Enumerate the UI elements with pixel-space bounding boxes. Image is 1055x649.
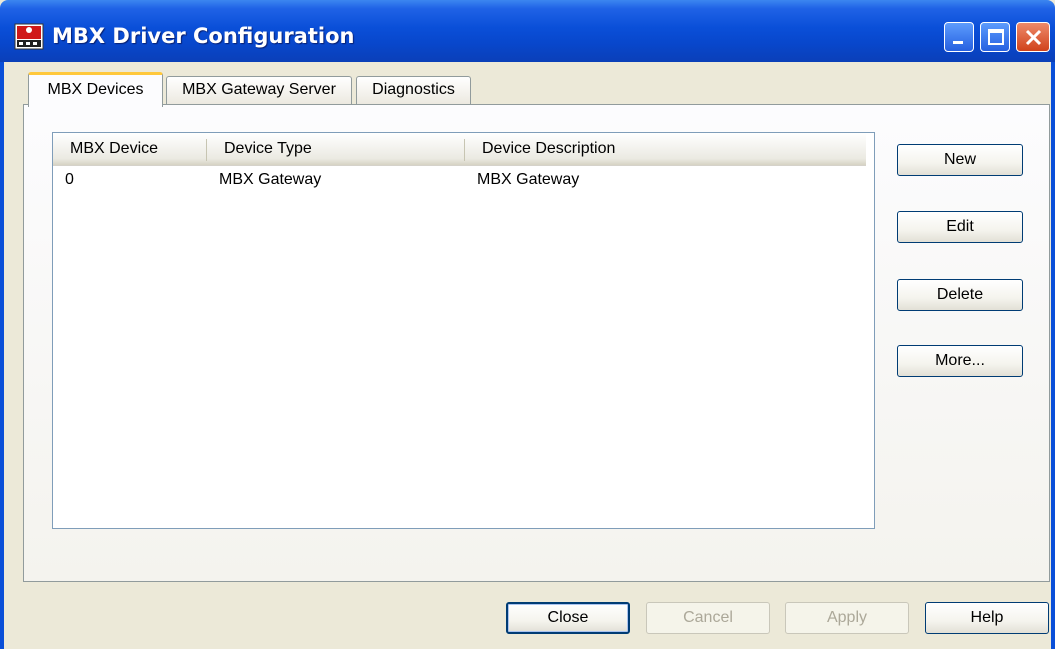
dialog-window: MBX Driver Configuration MBX Devices MBX… bbox=[0, 0, 1055, 649]
cell-device-type: MBX Gateway bbox=[219, 171, 322, 188]
cancel-button[interactable]: Cancel bbox=[646, 602, 770, 634]
cell-device-description: MBX Gateway bbox=[477, 171, 580, 188]
minimize-button[interactable] bbox=[944, 22, 974, 52]
new-button[interactable]: New bbox=[897, 144, 1023, 176]
delete-button[interactable]: Delete bbox=[897, 279, 1023, 311]
apply-button[interactable]: Apply bbox=[785, 602, 909, 634]
tab-diagnostics[interactable]: Diagnostics bbox=[356, 76, 471, 104]
device-list[interactable]: MBX Device Device Type Device Descriptio… bbox=[52, 132, 875, 529]
more-button[interactable]: More... bbox=[897, 345, 1023, 377]
minimize-icon bbox=[953, 41, 963, 44]
title-bar[interactable]: MBX Driver Configuration bbox=[0, 0, 1055, 62]
window-frame-right bbox=[1051, 62, 1055, 649]
window-frame-left bbox=[0, 62, 4, 649]
list-header: MBX Device Device Type Device Descriptio… bbox=[53, 133, 866, 166]
cell-mbx-device: 0 bbox=[65, 171, 74, 188]
column-header-mbx-device[interactable]: MBX Device bbox=[53, 133, 206, 165]
column-header-device-description[interactable]: Device Description bbox=[465, 133, 865, 165]
window-title: MBX Driver Configuration bbox=[52, 24, 355, 48]
tab-mbx-devices[interactable]: MBX Devices bbox=[28, 72, 163, 107]
tab-mbx-gateway-server[interactable]: MBX Gateway Server bbox=[166, 76, 352, 104]
close-button[interactable]: Close bbox=[506, 602, 630, 634]
list-item[interactable]: 0 MBX Gateway MBX Gateway bbox=[53, 167, 866, 193]
help-button[interactable]: Help bbox=[925, 602, 1049, 634]
column-header-device-type[interactable]: Device Type bbox=[207, 133, 464, 165]
maximize-icon bbox=[988, 29, 1004, 45]
close-icon bbox=[1025, 29, 1042, 46]
edit-button[interactable]: Edit bbox=[897, 211, 1023, 243]
close-window-button[interactable] bbox=[1016, 22, 1050, 52]
mbx-app-icon[interactable] bbox=[14, 22, 44, 50]
maximize-button[interactable] bbox=[980, 22, 1010, 52]
